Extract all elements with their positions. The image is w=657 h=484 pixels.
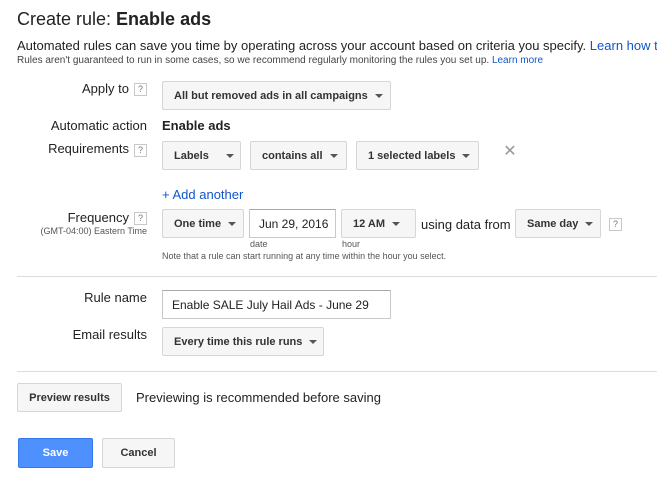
email-results-dropdown[interactable]: Every time this rule runs [162,327,324,356]
disclaimer-text: Rules aren't guaranteed to run in some c… [17,55,543,66]
requirements-label: Requirements [48,141,129,156]
requirement-operator-value: contains all [262,149,323,162]
chevron-down-icon [225,153,234,158]
intro-text: Automated rules can save you time by ope… [17,38,657,53]
page-title: Create rule: Enable ads [17,9,211,30]
automatic-action-value: Enable ads [162,118,231,133]
chevron-down-icon [374,93,383,98]
apply-to-label: Apply to [82,81,129,96]
cancel-button[interactable]: Cancel [102,438,175,468]
frequency-type-dropdown[interactable]: One time [162,209,244,238]
preview-results-button[interactable]: Preview results [17,383,122,412]
apply-to-value: All but removed ads in all campaigns [174,89,368,102]
disclaimer-description: Rules aren't guaranteed to run in some c… [17,55,490,66]
section-divider [17,371,657,372]
frequency-help-icon[interactable]: ? [134,212,147,225]
chevron-down-icon [329,153,338,158]
save-button[interactable]: Save [18,438,93,468]
data-range-dropdown[interactable]: Same day [515,209,601,238]
email-results-label: Email results [72,327,147,342]
add-another-link[interactable]: + Add another [162,187,243,202]
rule-name-input[interactable]: Enable SALE July Hail Ads - June 29 [162,290,391,319]
title-prefix: Create rule: [17,9,117,29]
remove-requirement-icon[interactable]: ✕ [503,144,517,160]
requirements-help-icon[interactable]: ? [134,144,147,157]
title-rule-type: Enable ads [116,9,212,29]
requirement-labels-value: 1 selected labels [368,149,456,162]
apply-to-dropdown[interactable]: All but removed ads in all campaigns [162,81,391,110]
chevron-down-icon [228,221,237,226]
frequency-label: Frequency [67,210,129,225]
data-range-help-icon[interactable]: ? [609,218,622,231]
chevron-down-icon [462,153,471,158]
requirement-field-value: Labels [174,149,209,162]
requirement-operator-dropdown[interactable]: contains all [250,141,347,170]
date-caption: date [250,239,268,249]
automatic-action-label: Automatic action [50,118,147,133]
preview-message: Previewing is recommended before saving [136,390,381,405]
frequency-note: Note that a rule can start running at an… [162,251,447,261]
intro-description: Automated rules can save you time by ope… [17,38,587,53]
data-range-value: Same day [527,217,579,230]
hour-caption: hour [342,239,361,249]
learn-how-link[interactable]: Learn how t [590,38,657,53]
hour-value: 12 AM [353,217,385,230]
email-results-value: Every time this rule runs [174,335,303,348]
rule-name-label: Rule name [84,290,147,305]
requirement-field-dropdown[interactable]: Labels [162,141,241,170]
apply-to-help-icon[interactable]: ? [134,83,147,96]
date-input[interactable]: Jun 29, 2016 [249,209,336,238]
learn-more-link[interactable]: Learn more [492,55,543,66]
chevron-down-icon [309,339,318,344]
timezone-label: (GMT-04:00) Eastern Time [40,226,147,236]
using-data-from-text: using data from [421,217,511,232]
chevron-down-icon [392,221,400,226]
section-divider [17,276,657,277]
chevron-down-icon [585,221,594,226]
frequency-type-value: One time [174,217,222,230]
requirement-labels-dropdown[interactable]: 1 selected labels [356,141,479,170]
hour-dropdown[interactable]: 12 AM [341,209,416,238]
